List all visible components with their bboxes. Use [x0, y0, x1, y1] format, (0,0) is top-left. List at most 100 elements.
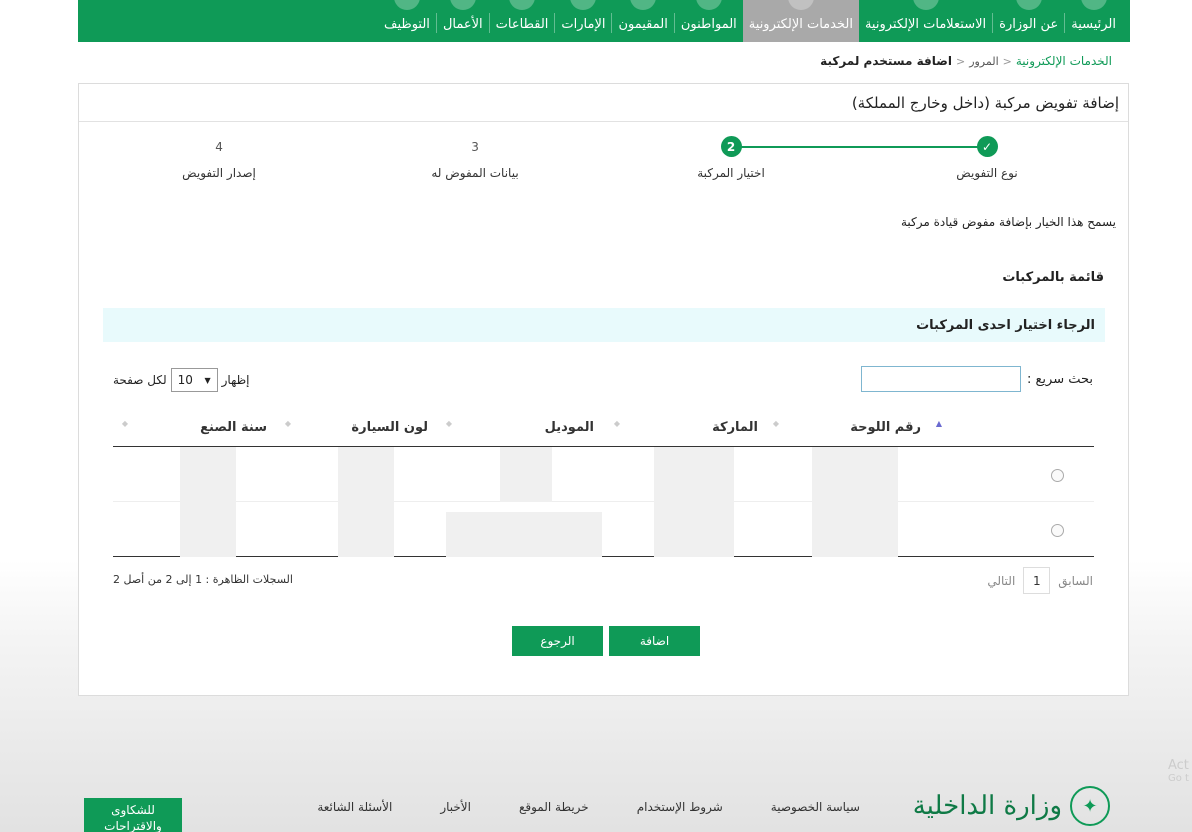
sort-icon[interactable]: ◆: [773, 419, 779, 428]
sector-icon: [509, 0, 536, 10]
select-vehicle-prompt: الرجاء اختيار احدى المركبات: [103, 308, 1105, 342]
citizen-icon: [695, 0, 722, 10]
redacted-cell: [338, 502, 394, 557]
redacted-cell: [654, 502, 734, 557]
footer-link-faq[interactable]: الأسئلة الشائعة: [317, 800, 392, 814]
vehicles-table: ▲ رقم اللوحة ◆ الماركة ◆ الموديل ◆ لون ا…: [113, 410, 1094, 557]
page-length-control: إظهار 10 ▼ لكل صفحة: [113, 368, 250, 392]
nav-label: الإمارات: [561, 17, 606, 32]
add-button[interactable]: اضافة: [609, 626, 700, 656]
step-auth-type: ✓ نوع التفويض: [917, 136, 1057, 180]
sort-icon[interactable]: ◆: [614, 419, 620, 428]
info-text: يسمح هذا الخيار بإضافة مفوض قيادة مركبة: [900, 215, 1116, 229]
check-icon: ✓: [976, 136, 998, 157]
page-number-button[interactable]: 1: [1023, 567, 1051, 594]
nav-item-emirates[interactable]: الإمارات: [555, 0, 611, 42]
nav-label: عن الوزارة: [999, 17, 1059, 32]
step-label: اختيار المركبة: [697, 166, 765, 180]
redacted-cell: [812, 502, 898, 557]
step-number: 3: [471, 139, 479, 154]
step-label: بيانات المفوض له: [431, 166, 519, 180]
next-page-button[interactable]: التالي: [987, 574, 1015, 588]
complaints-button[interactable]: للشكاوى والاقتراحات: [84, 798, 182, 832]
sort-icon[interactable]: ◆: [285, 419, 291, 428]
records-info: السجلات الظاهرة : 1 إلى 2 من أصل 2: [113, 573, 293, 586]
redacted-cell: [446, 512, 602, 557]
nav-item-inquiries[interactable]: الاستعلامات الإلكترونية: [859, 0, 992, 42]
ministry-logo[interactable]: ✦ وزارة الداخلية: [913, 786, 1110, 826]
nav-item-citizens[interactable]: المواطنون: [675, 0, 743, 42]
nav-item-jobs[interactable]: التوظيف: [378, 0, 436, 42]
redacted-cell: [180, 502, 236, 557]
watermark-subline: Go t: [1168, 773, 1189, 784]
main-nav: الرئيسية عن الوزارة الاستعلامات الإلكترو…: [78, 0, 1130, 42]
chevron-left-icon: <: [1002, 54, 1012, 68]
redacted-cell: [812, 447, 898, 502]
footer-links: سياسة الخصوصية شروط الإستخدام خريطة المو…: [317, 800, 860, 814]
prompt-text: الرجاء اختيار احدى المركبات: [916, 317, 1095, 333]
footer-link-privacy[interactable]: سياسة الخصوصية: [771, 800, 860, 814]
panel-title: إضافة تفويض مركبة (داخل وخارج المملكة): [79, 84, 1128, 122]
table-header: ▲ رقم اللوحة ◆ الماركة ◆ الموديل ◆ لون ا…: [113, 410, 1094, 447]
info-icon: [1015, 0, 1042, 10]
chevron-left-icon: <: [955, 54, 966, 68]
nav-label: الأعمال: [442, 17, 483, 32]
step-label: إصدار التفويض: [182, 166, 256, 180]
nav-label: التوظيف: [383, 17, 430, 32]
caret-down-icon: ▼: [204, 375, 211, 385]
nav-item-about[interactable]: عن الوزارة: [993, 0, 1064, 42]
back-button[interactable]: الرجوع: [512, 626, 603, 656]
col-make[interactable]: الماركة: [712, 420, 758, 435]
prev-page-button[interactable]: السابق: [1058, 574, 1093, 588]
service-panel: إضافة تفويض مركبة (داخل وخارج المملكة) ✓…: [78, 83, 1129, 696]
wizard-stepper: ✓ نوع التفويض 2 اختيار المركبة 3 بيانات …: [79, 136, 1128, 196]
col-plate-number[interactable]: رقم اللوحة: [850, 420, 921, 435]
step-issue-auth: 4 إصدار التفويض: [149, 136, 289, 181]
emirate-icon: [570, 0, 597, 10]
breadcrumb: الخدمات الإلكترونية < المرور < اضافة مست…: [820, 54, 1112, 68]
row-radio[interactable]: [1051, 469, 1064, 482]
resident-icon: [630, 0, 657, 10]
activation-watermark: Act Go t: [1168, 758, 1189, 784]
step-number: 2: [720, 136, 742, 157]
jobs-icon: [393, 0, 420, 10]
footer-link-sitemap[interactable]: خريطة الموقع: [519, 800, 589, 814]
site-footer: ✦ وزارة الداخلية سياسة الخصوصية شروط الإ…: [78, 780, 1130, 832]
nav-label: الاستعلامات الإلكترونية: [864, 17, 987, 32]
search-input[interactable]: [860, 366, 1021, 392]
sort-asc-icon[interactable]: ▲: [936, 419, 942, 428]
inquiry-icon: [912, 0, 939, 10]
nav-item-business[interactable]: الأعمال: [437, 0, 489, 42]
col-model[interactable]: الموديل: [545, 420, 594, 435]
sort-icon[interactable]: ◆: [446, 419, 452, 428]
table-row[interactable]: [113, 502, 1094, 557]
step-delegate-data: 3 بيانات المفوض له: [405, 136, 545, 181]
redacted-cell: [180, 447, 236, 502]
table-row[interactable]: [113, 447, 1094, 502]
breadcrumb-current: اضافة مستخدم لمركبة: [820, 54, 952, 68]
footer-link-news[interactable]: الأخبار: [440, 800, 471, 814]
row-radio[interactable]: [1051, 524, 1064, 537]
col-year[interactable]: سنة الصنع: [200, 420, 267, 435]
vehicles-list-title: قائمة بالمركبات: [1002, 270, 1104, 285]
sort-icon[interactable]: ◆: [122, 419, 128, 428]
nav-item-eservices[interactable]: الخدمات الإلكترونية: [742, 0, 859, 42]
nav-label: القطاعات: [495, 17, 549, 32]
page-length-select[interactable]: 10 ▼: [170, 368, 218, 392]
nav-item-residents[interactable]: المقيمون: [612, 0, 673, 42]
redacted-cell: [654, 447, 734, 502]
col-color[interactable]: لون السيارة: [351, 420, 428, 435]
breadcrumb-eservices[interactable]: الخدمات الإلكترونية: [1016, 54, 1112, 68]
watermark-line: Act: [1168, 758, 1189, 773]
nav-item-sectors[interactable]: القطاعات: [490, 0, 555, 42]
pagination: السابق 1 التالي: [987, 567, 1093, 594]
breadcrumb-traffic[interactable]: المرور: [969, 55, 998, 68]
footer-link-terms[interactable]: شروط الإستخدام: [637, 800, 723, 814]
nav-item-home[interactable]: الرئيسية: [1065, 0, 1122, 42]
per-page-label: لكل صفحة: [113, 373, 167, 387]
nav-label: المقيمون: [618, 17, 668, 32]
step-label: نوع التفويض: [956, 166, 1018, 180]
nav-label: الخدمات الإلكترونية: [748, 17, 853, 32]
globe-icon: [787, 0, 814, 10]
saudi-emblem-icon: ✦: [1070, 786, 1110, 826]
